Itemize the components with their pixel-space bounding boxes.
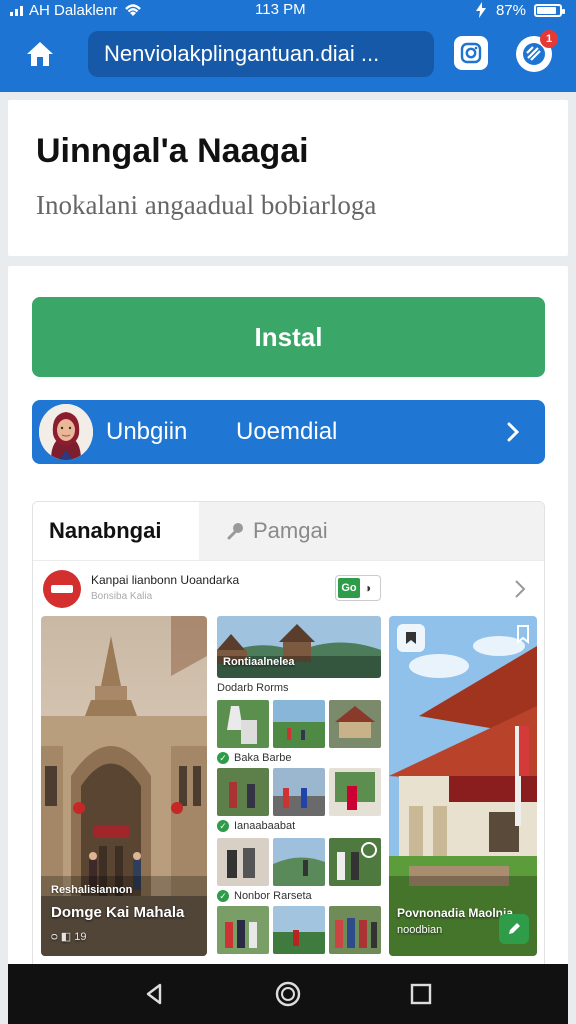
thumb-image[interactable] bbox=[329, 838, 381, 886]
status-time: 113 PM bbox=[255, 1, 306, 18]
card-left-meta: ᴑ ◧ 19 bbox=[51, 931, 87, 943]
card-left-line1: Reshalisiannon bbox=[51, 884, 133, 896]
browser-top-bar: AH Dalaklenr 113 PM 87% Nenviolakplingan… bbox=[0, 0, 576, 92]
thumb-image[interactable] bbox=[217, 838, 269, 886]
status-left: AH Dalaklenr bbox=[10, 0, 143, 20]
thumb-image[interactable] bbox=[273, 768, 325, 816]
pencil-icon bbox=[509, 923, 520, 934]
battery-fill bbox=[537, 6, 557, 14]
status-right: 87% bbox=[474, 0, 565, 20]
app-header-card: Uinngal'a Naagai Inokalani angaadual bob… bbox=[8, 100, 568, 256]
login-label-left: Unbgiin bbox=[106, 418, 188, 445]
favorite-icon[interactable] bbox=[515, 624, 531, 645]
thumb-row-4 bbox=[217, 906, 381, 954]
login-button[interactable]: Unbgiin Uoemdial bbox=[32, 400, 545, 464]
signal-icon bbox=[10, 4, 23, 16]
gallery-card-left[interactable]: Reshalisiannon Domge Kai Mahala ᴑ ◧ 19 bbox=[41, 616, 207, 956]
bolt-icon bbox=[475, 2, 486, 18]
section-3-text: Ianaabaabat bbox=[234, 820, 296, 832]
gallery-card-middle[interactable]: Rontiaalnelea Dodarb Rorms ✓ Baka Barbe ✓… bbox=[217, 616, 381, 966]
battery-icon bbox=[534, 3, 565, 17]
page-name: Kanpai lianbonn Uoandarka bbox=[91, 573, 240, 587]
wifi-icon bbox=[125, 4, 142, 16]
carrier-text: AH Dalaklenr bbox=[29, 1, 118, 19]
share-icon: ◑ bbox=[364, 581, 372, 595]
url-bar[interactable]: Nenviolakplingantuan.diai ... bbox=[88, 31, 434, 77]
thumb-image[interactable] bbox=[329, 700, 381, 748]
thumb-image[interactable] bbox=[273, 700, 325, 748]
thumb-row-3 bbox=[217, 838, 381, 886]
section-4-label: ✓ Nonbor Rarseta bbox=[217, 890, 312, 902]
main-card: Instal Unbgiin Uoemdial Nanabngai Pamgai bbox=[8, 266, 568, 966]
pin-icon bbox=[227, 523, 243, 540]
content-panel: Nanabngai Pamgai Kanpai lianbonn Uoandar… bbox=[32, 501, 545, 966]
card-left-title: Domge Kai Mahala bbox=[51, 904, 185, 921]
camera-icon bbox=[460, 42, 482, 64]
chevron-right-icon bbox=[507, 422, 520, 442]
thumb-row-1 bbox=[217, 700, 381, 748]
chevron-right-icon[interactable] bbox=[510, 577, 530, 601]
page-logo bbox=[43, 570, 81, 608]
bookmark-icon[interactable] bbox=[397, 624, 425, 652]
app-title: Uinngal'a Naagai bbox=[36, 132, 309, 170]
home-nav-icon[interactable] bbox=[273, 979, 303, 1009]
status-bar: AH Dalaklenr 113 PM 87% bbox=[0, 0, 576, 20]
notification-badge: 1 bbox=[540, 30, 558, 48]
back-icon[interactable] bbox=[140, 979, 170, 1009]
edit-button[interactable] bbox=[499, 914, 529, 944]
thumb-image[interactable] bbox=[329, 768, 381, 816]
login-label-right: Uoemdial bbox=[236, 418, 338, 445]
gallery-card-right[interactable]: Povnonadia Maolnia noodbian bbox=[389, 616, 537, 956]
thumb-image[interactable] bbox=[217, 768, 269, 816]
card-right-title: Povnonadia Maolnia bbox=[397, 906, 514, 920]
page-meta: Bonsiba Kalia bbox=[91, 591, 153, 602]
header-image-caption: Rontiaalnelea bbox=[223, 656, 295, 668]
home-icon bbox=[27, 42, 53, 66]
section-1-text: Dodarb Rorms bbox=[217, 682, 289, 694]
header-image: Rontiaalnelea bbox=[217, 616, 381, 678]
app-subtitle: Inokalani angaadual bobiarloga bbox=[36, 190, 377, 220]
home-button[interactable] bbox=[20, 34, 60, 74]
install-button[interactable]: Instal bbox=[32, 297, 545, 377]
avatar bbox=[39, 404, 93, 460]
section-1-label: Dodarb Rorms bbox=[217, 682, 289, 694]
thumb-row-2 bbox=[217, 768, 381, 816]
section-2-text: Baka Barbe bbox=[234, 752, 292, 764]
building-image bbox=[389, 616, 537, 956]
tab-nanabngai[interactable]: Nanabngai bbox=[33, 502, 199, 560]
thumb-image[interactable] bbox=[273, 906, 325, 954]
thumb-image[interactable] bbox=[329, 906, 381, 954]
system-nav-bar bbox=[8, 964, 568, 1024]
thumb-image[interactable] bbox=[217, 906, 269, 954]
thumb-image[interactable] bbox=[217, 700, 269, 748]
extension-button[interactable]: 1 bbox=[516, 30, 558, 72]
page-tag-label: Go bbox=[338, 578, 360, 598]
battery-percent: 87% bbox=[495, 1, 526, 19]
section-3-label: ✓ Ianaabaabat bbox=[217, 820, 295, 832]
section-2-label: ✓ Baka Barbe bbox=[217, 752, 291, 764]
tab-pamgai[interactable]: Pamgai bbox=[199, 502, 544, 560]
section-4-text: Nonbor Rarseta bbox=[234, 890, 312, 902]
tab-pamgai-label: Pamgai bbox=[253, 518, 328, 543]
camera-button[interactable] bbox=[454, 36, 488, 70]
recents-icon[interactable] bbox=[406, 979, 436, 1009]
tab-bar: Nanabngai Pamgai bbox=[33, 502, 544, 560]
page-info-bar: Kanpai lianbonn Uoandarka Bonsiba Kalia … bbox=[33, 560, 544, 616]
thumb-image[interactable] bbox=[273, 838, 325, 886]
page-tag-button[interactable]: Go ◑ bbox=[335, 575, 381, 601]
card-right-meta: noodbian bbox=[397, 924, 443, 936]
